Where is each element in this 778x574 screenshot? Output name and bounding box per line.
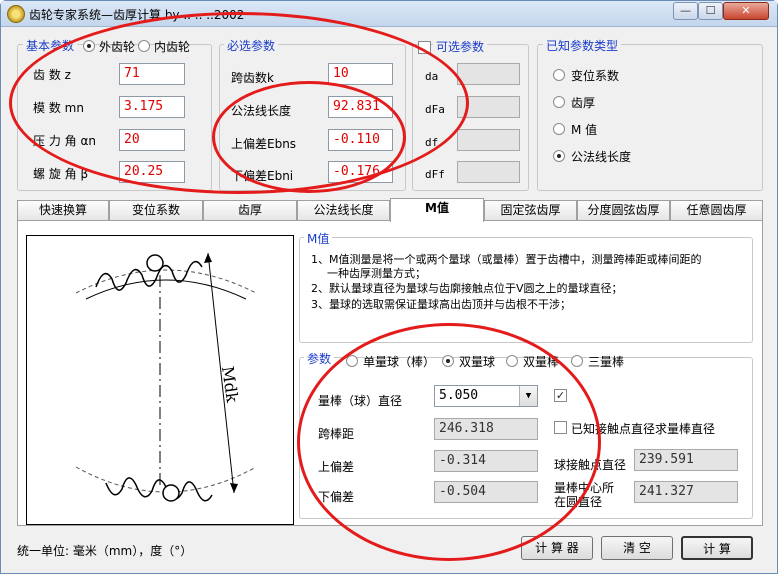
minimize-button[interactable]: — xyxy=(673,2,698,20)
optional-params-legend: 可选参数 xyxy=(433,38,488,55)
tab-quick-convert[interactable]: 快速换算 xyxy=(17,200,109,220)
known-type-legend: 已知参数类型 xyxy=(543,37,622,54)
center-diameter-output: 241.327 xyxy=(634,481,738,503)
tab-base-tangent[interactable]: 公法线长度 xyxy=(297,200,390,220)
tab-any-circle[interactable]: 任意圆齿厚 xyxy=(670,200,763,220)
ball-bottom xyxy=(162,484,180,502)
main-window: 齿轮专家系统—齿厚计算 by .. .. ..2002 — ☐ ✕ 基本参数 外… xyxy=(0,0,778,574)
known-shift-radio[interactable] xyxy=(553,69,565,81)
known-thickness-radio[interactable] xyxy=(553,96,565,108)
df-input xyxy=(457,129,520,151)
annotation-ellipse-required xyxy=(212,81,406,193)
compute-button[interactable]: 计 算 xyxy=(681,536,753,560)
known-wlength-radio[interactable] xyxy=(553,150,565,162)
tab-mvalue[interactable]: M值 xyxy=(390,198,484,222)
title-bar[interactable]: 齿轮专家系统—齿厚计算 by .. .. ..2002 — ☐ ✕ xyxy=(1,1,777,27)
three-bar-radio[interactable] xyxy=(571,355,583,367)
known-option-label[interactable]: 齿厚 xyxy=(571,94,595,111)
mvalue-info-line: 2、默认量球直径为量球与齿廓接触点位于V圆之上的量球直径； xyxy=(311,282,623,295)
known-option-label[interactable]: M 值 xyxy=(571,121,597,138)
mvalue-info-line: 3、量球的选取需保证量球高出齿顶并与齿根不干涉； xyxy=(311,298,571,311)
known-option-label[interactable]: 公法线长度 xyxy=(571,148,631,165)
unit-note: 统一单位: 毫米（mm），度（°） xyxy=(17,544,193,558)
known-option-label[interactable]: 变位系数 xyxy=(571,67,619,84)
mvalue-info-line: 一种齿厚测量方式； xyxy=(327,267,426,280)
clear-button[interactable]: 清 空 xyxy=(601,536,673,560)
params-legend: 参数 xyxy=(304,350,335,367)
ball-top xyxy=(146,254,164,272)
annotation-ellipse-params xyxy=(297,323,601,561)
gear-measurement-figure: Mdk xyxy=(26,235,294,525)
three-bar-label[interactable]: 三量棒 xyxy=(588,353,624,370)
contact-diameter-output: 239.591 xyxy=(634,449,738,471)
close-button[interactable]: ✕ xyxy=(723,2,769,20)
da-input xyxy=(457,63,520,85)
gear-app-icon xyxy=(7,5,25,23)
mvalue-info-legend: M值 xyxy=(304,230,333,247)
known-mvalue-radio[interactable] xyxy=(553,123,565,135)
tab-pitch-chordal[interactable]: 分度圆弦齿厚 xyxy=(577,200,670,220)
tab-chordal[interactable]: 固定弦齿厚 xyxy=(484,200,577,220)
tab-shift-coeff[interactable]: 变位系数 xyxy=(109,200,203,220)
dff-label: dFf xyxy=(425,168,445,181)
dff-input xyxy=(457,161,520,183)
tab-thickness[interactable]: 齿厚 xyxy=(203,200,297,220)
maximize-button[interactable]: ☐ xyxy=(698,2,723,20)
